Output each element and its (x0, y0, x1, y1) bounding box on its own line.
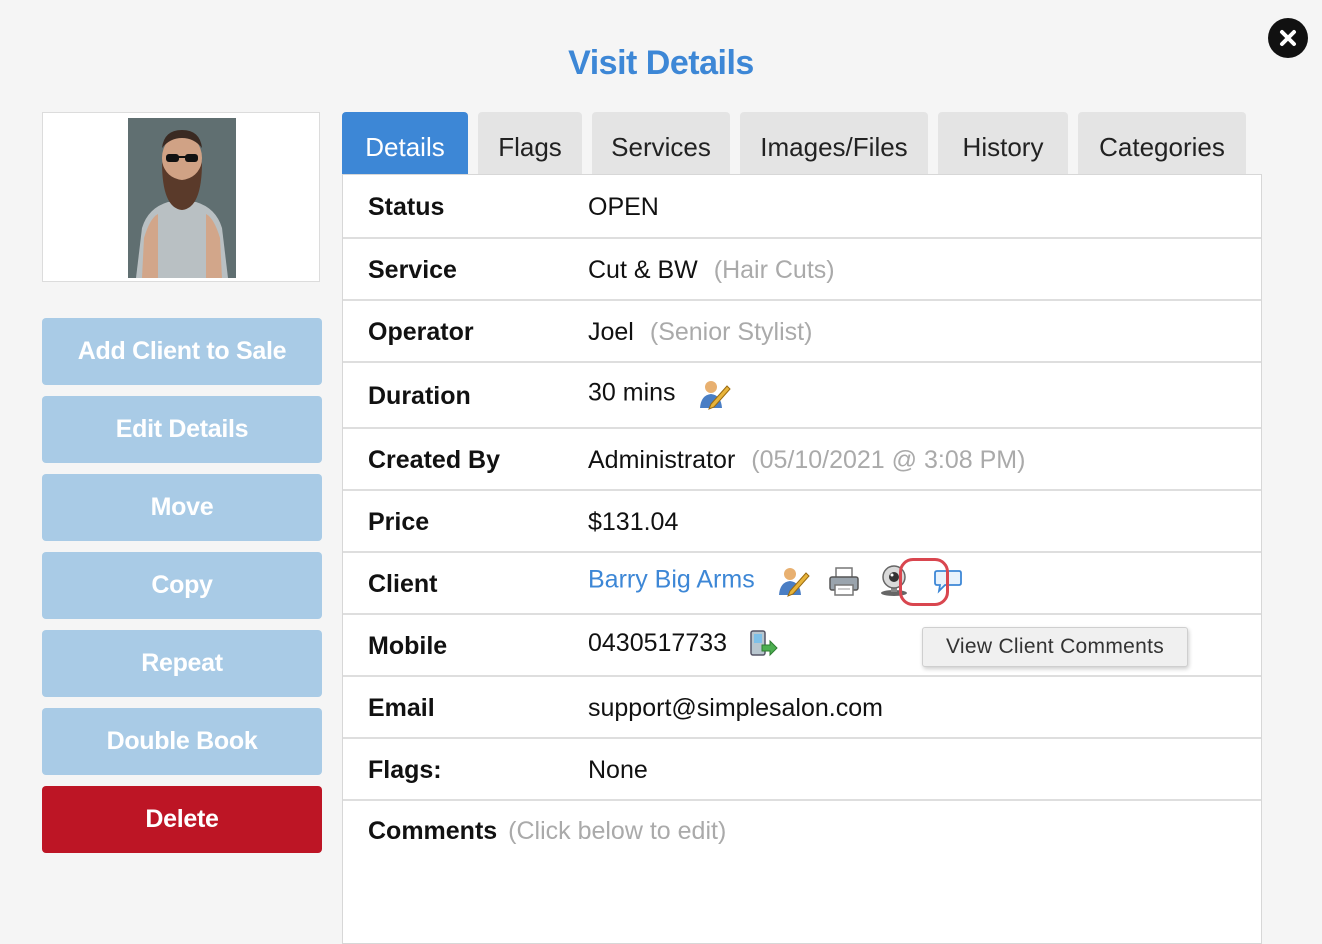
service-label: Service (368, 256, 457, 284)
comments-editable-area[interactable] (368, 865, 1236, 935)
comment-icon-highlight (899, 558, 949, 606)
delete-button[interactable]: Delete (42, 786, 322, 853)
duration-row: Duration 30 mins (343, 363, 1261, 429)
duration-label: Duration (368, 382, 471, 410)
email-link[interactable]: support@simplesalon.com (588, 694, 883, 723)
comments-label: Comments (368, 817, 498, 845)
double-book-button[interactable]: Double Book (42, 708, 322, 775)
comments-hint: (Click below to edit) (508, 817, 727, 845)
email-row: Email support@simplesalon.com (343, 677, 1261, 739)
service-value-group: Cut & BW (Hair Cuts) (588, 256, 835, 285)
email-label: Email (368, 694, 435, 722)
edit-person-icon[interactable] (697, 378, 731, 410)
operator-label: Operator (368, 318, 474, 346)
operator-row: Operator Joel (Senior Stylist) (343, 301, 1261, 363)
tab-services[interactable]: Services (592, 112, 730, 174)
created-by-value: Administrator (588, 446, 736, 474)
client-photo (128, 118, 236, 278)
service-category: (Hair Cuts) (713, 256, 835, 284)
status-row: Status OPEN (343, 175, 1261, 239)
operator-value-group: Joel (Senior Stylist) (588, 318, 812, 347)
move-button[interactable]: Move (42, 474, 322, 541)
price-row: Price $131.04 (343, 491, 1261, 553)
operator-value: Joel (588, 318, 634, 346)
comments-header: Comments (Click below to edit) (368, 817, 726, 846)
mobile-value-group: 0430517733 (588, 629, 778, 659)
created-by-label: Created By (368, 446, 500, 474)
tab-flags[interactable]: Flags (478, 112, 582, 174)
duration-value: 30 mins (588, 378, 676, 407)
send-sms-icon[interactable] (748, 629, 778, 659)
mobile-label: Mobile (368, 632, 448, 660)
created-timestamp: (05/10/2021 @ 3:08 PM) (751, 446, 1026, 474)
printer-icon[interactable] (827, 565, 861, 597)
edit-client-icon[interactable] (776, 565, 810, 597)
tab-details[interactable]: Details (342, 112, 468, 174)
dialog-title: Visit Details (568, 44, 754, 82)
copy-button[interactable]: Copy (42, 552, 322, 619)
tab-images-files[interactable]: Images/Files (740, 112, 928, 174)
flags-value: None (588, 756, 648, 784)
status-value: OPEN (588, 193, 659, 221)
service-value: Cut & BW (588, 256, 698, 284)
tab-history[interactable]: History (938, 112, 1068, 174)
client-row: Client Barry Big Arms (343, 553, 1261, 615)
service-row: Service Cut & BW (Hair Cuts) (343, 239, 1261, 301)
client-name-link[interactable]: Barry Big Arms (588, 566, 755, 594)
status-label: Status (368, 193, 445, 221)
duration-value-group: 30 mins (588, 378, 731, 410)
flags-label: Flags: (368, 756, 442, 784)
add-client-to-sale-button[interactable]: Add Client to Sale (42, 318, 322, 385)
details-panel: Status OPEN Service Cut & BW (Hair Cuts) … (342, 174, 1262, 944)
price-label: Price (368, 508, 430, 536)
price-value: $131.04 (588, 508, 679, 536)
client-label: Client (368, 570, 438, 598)
repeat-button[interactable]: Repeat (42, 630, 322, 697)
created-by-value-group: Administrator (05/10/2021 @ 3:08 PM) (588, 446, 1025, 475)
operator-role: (Senior Stylist) (649, 318, 813, 346)
created-by-row: Created By Administrator (05/10/2021 @ 3:… (343, 429, 1261, 491)
flags-row: Flags: None (343, 739, 1261, 801)
client-photo-frame (42, 112, 320, 282)
edit-details-button[interactable]: Edit Details (42, 396, 322, 463)
view-client-comments-tooltip: View Client Comments (922, 627, 1188, 667)
tab-categories[interactable]: Categories (1078, 112, 1246, 174)
mobile-value: 0430517733 (588, 629, 728, 657)
